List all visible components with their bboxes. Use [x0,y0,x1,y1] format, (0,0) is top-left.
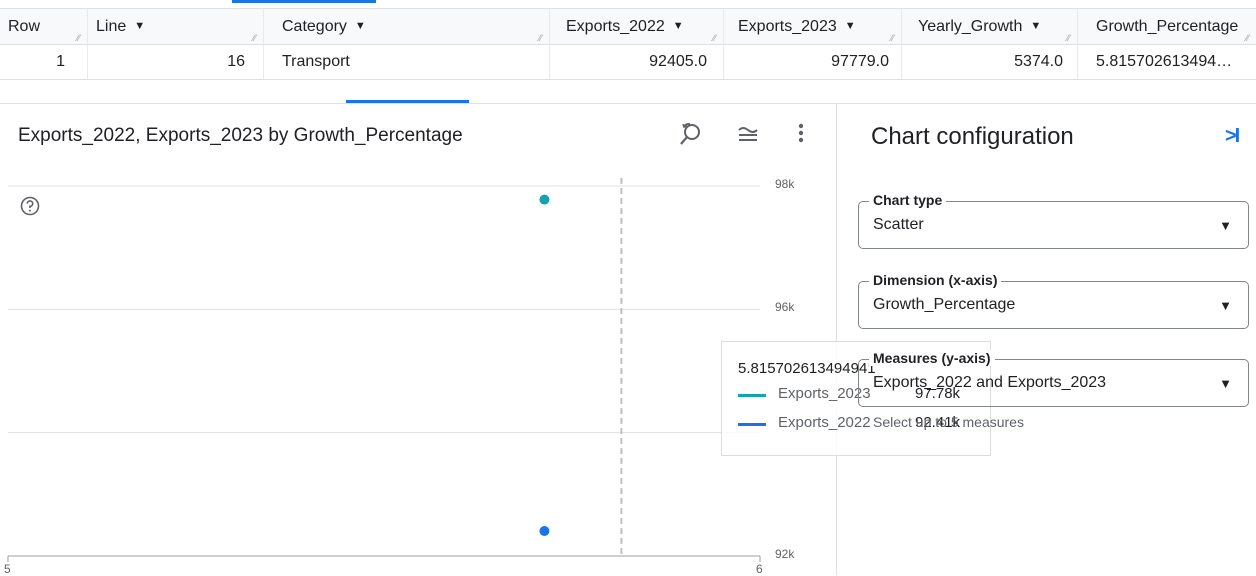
field-label: Dimension (x-axis) [869,272,1002,288]
panel-divider[interactable] [836,104,837,575]
cell-growth-percentage[interactable]: 5.815702613494… [1078,44,1256,79]
column-header-exports-2022[interactable]: Exports_2022 ▼ ⁄⁄ [550,9,724,44]
dropdown-arrow-icon: ▼ [1219,298,1232,313]
resize-handle-icon[interactable]: ⁄⁄ [77,34,85,43]
resize-handle-icon[interactable]: ⁄⁄ [539,34,547,43]
measures-select[interactable]: Measures (y-axis) Exports_2022 and Expor… [858,350,1249,407]
cell-line[interactable]: 16 [88,44,264,79]
panel-separator [0,103,1256,104]
config-panel-title: Chart configuration [871,123,1074,150]
more-vert-icon[interactable] [786,121,816,151]
column-header-row[interactable]: Row ⁄⁄ [0,9,88,44]
table-header-row: Row ⁄⁄ Line ▼ ⁄⁄ Category ▼ ⁄⁄ Exports_202… [0,8,1256,45]
active-tab-indicator [232,0,376,3]
column-header-growth-percentage[interactable]: Growth_Percentage ⁄⁄ [1078,9,1256,44]
resize-handle-icon[interactable]: ⁄⁄ [253,34,261,43]
cell-row-number[interactable]: 1 [0,44,88,79]
y-tick-label: 92k [775,547,795,561]
more-vert-icon-svg [798,123,804,143]
measures-hint: Select up to 5 measures [873,414,1024,430]
cell-exports-2023[interactable]: 97779.0 [724,44,902,79]
chart-type-select[interactable]: Chart type Scatter ▼ [858,192,1249,249]
dimension-select[interactable]: Dimension (x-axis) Growth_Percentage ▼ [858,272,1249,329]
dropdown-arrow-icon: ▼ [1219,376,1232,391]
resize-handle-icon[interactable]: ⁄⁄ [1067,34,1075,43]
tooltip-series-name: Exports_2023 [778,385,871,402]
column-header-category[interactable]: Category ▼ ⁄⁄ [264,9,550,44]
dropdown-arrow-icon: ▼ [1219,218,1232,233]
cell-category[interactable]: Transport [264,44,550,79]
results-table: Row ⁄⁄ Line ▼ ⁄⁄ Category ▼ ⁄⁄ Exports_202… [0,0,1256,80]
zoom-reset-icon[interactable] [676,121,706,151]
sort-caret-icon[interactable]: ▼ [673,9,684,44]
y-tick-label: 98k [775,177,795,191]
column-header-exports-2023[interactable]: Exports_2023 ▼ ⁄⁄ [724,9,902,44]
sort-caret-icon[interactable]: ▼ [845,9,856,44]
field-label: Measures (y-axis) [869,350,995,366]
sort-caret-icon[interactable]: ▼ [134,9,145,44]
series-swatch-icon [738,423,766,426]
field-label: Chart type [869,192,947,208]
resize-handle-icon[interactable]: ⁄⁄ [1246,34,1254,43]
sort-caret-icon[interactable]: ▼ [1030,9,1041,44]
y-tick-label: 96k [775,300,795,315]
sort-caret-icon[interactable]: ▼ [355,9,366,44]
legend-icon[interactable] [733,121,763,151]
field-value: Scatter [873,216,924,233]
column-header-line[interactable]: Line ▼ ⁄⁄ [88,9,264,44]
resize-handle-icon[interactable]: ⁄⁄ [713,34,721,43]
tooltip-x-value: 5.815702613494941 [738,360,876,377]
tooltip-series-name: Exports_2022 [778,414,871,431]
field-value: Growth_Percentage [873,296,1016,313]
x-tick-label: 5 [4,562,11,576]
chart-tab-indicator [346,100,469,103]
x-tick-label: 6 [756,562,763,576]
scatter-plot[interactable] [0,170,836,575]
field-value: Exports_2022 and Exports_2023 [873,374,1107,391]
cell-exports-2022[interactable]: 92405.0 [550,44,724,79]
scatter-point [539,194,550,205]
chart-title: Exports_2022, Exports_2023 by Growth_Per… [18,125,463,146]
resize-handle-icon[interactable]: ⁄⁄ [891,34,899,43]
cell-yearly-growth[interactable]: 5374.0 [902,44,1078,79]
collapse-panel-icon[interactable]: >I [1225,125,1240,148]
series-swatch-icon [738,394,766,397]
legend-icon-svg [738,127,758,141]
scatter-point [539,526,550,537]
table-row: 1 16 Transport 92405.0 97779.0 5374.0 5.… [0,44,1256,80]
column-header-yearly-growth[interactable]: Yearly_Growth ▼ ⁄⁄ [902,9,1078,44]
zoom-reset-icon-svg [680,123,700,145]
